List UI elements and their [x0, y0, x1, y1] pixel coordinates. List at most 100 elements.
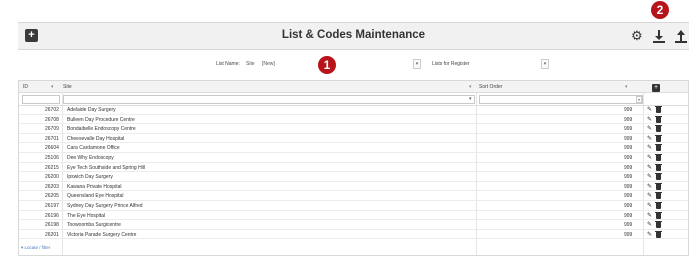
row-site: Sydney Day Surgery Prince Alfred — [67, 203, 143, 209]
site-filter-dropdown-icon[interactable]: ▾ — [469, 96, 472, 102]
table-row[interactable]: 26200 Ipswich Day Surgery 999 ✎ — [19, 173, 688, 182]
list-name-label: List Name: — [216, 61, 240, 67]
row-sort-order: 999 — [624, 222, 633, 229]
row-sort-order: 999 — [624, 145, 633, 152]
list-name-dropdown[interactable]: ▾ — [413, 59, 421, 69]
grid-footer-link[interactable]: ▾ Locate / filter — [21, 245, 50, 251]
sort-filter-dropdown-icon[interactable]: ▾ — [636, 96, 642, 103]
edit-icon[interactable]: ✎ — [647, 192, 652, 199]
row-sort-order: 999 — [624, 135, 633, 142]
new-list-tag[interactable]: [New] — [262, 61, 275, 67]
add-row-icon[interactable]: + — [652, 84, 660, 92]
delete-icon[interactable] — [655, 202, 662, 209]
row-id: 26198 — [45, 222, 59, 229]
edit-icon[interactable]: ✎ — [647, 106, 652, 113]
register-dropdown[interactable]: ▾ — [541, 59, 549, 69]
row-id: 26701 — [45, 135, 59, 142]
edit-icon[interactable]: ✎ — [647, 202, 652, 209]
edit-icon[interactable]: ✎ — [647, 212, 652, 219]
list-name-value[interactable]: Site — [246, 61, 255, 67]
delete-icon[interactable] — [655, 221, 662, 229]
lists-for-register-label: Lists for Register — [432, 61, 470, 67]
gear-icon[interactable]: ⚙ — [631, 29, 643, 43]
table-row[interactable]: 26197 Sydney Day Surgery Prince Alfred 999… — [19, 202, 688, 211]
row-id: 26708 — [45, 116, 59, 123]
row-id: 26196 — [45, 212, 59, 219]
row-site: Cara Cardamone Office — [67, 145, 120, 152]
row-id: 26205 — [45, 193, 59, 200]
row-id: 26203 — [45, 183, 59, 190]
table-row[interactable]: 26203 Kawana Private Hospital 999 ✎ — [19, 182, 688, 192]
row-id: 26709 — [45, 126, 59, 133]
site-filter-icon[interactable]: ▾ — [469, 84, 472, 90]
row-site: Ipswich Day Surgery — [67, 174, 113, 181]
row-sort-order: 999 — [624, 203, 633, 209]
table-row[interactable]: 26201 Victoria Parade Surgery Centre 999 ✎ — [19, 230, 688, 240]
edit-icon[interactable]: ✎ — [647, 173, 652, 180]
edit-icon[interactable]: ✎ — [647, 183, 652, 190]
site-filter-input[interactable] — [63, 95, 475, 104]
row-site: The Eye Hospital — [67, 212, 106, 219]
row-site: Bulleen Day Procedure Centre — [67, 116, 135, 123]
row-site: Queensland Eye Hospital — [67, 193, 124, 200]
edit-icon[interactable]: ✎ — [647, 125, 652, 132]
callout-badge-1: 1 — [318, 56, 336, 74]
table-row[interactable]: 26215 Eye Tech Southside and Spring Hill 9… — [19, 163, 688, 173]
delete-icon[interactable] — [655, 173, 662, 181]
table-row[interactable]: 26198 Toowoomba Surgicentre 999 ✎ — [19, 221, 688, 230]
id-filter-input[interactable] — [22, 95, 60, 104]
id-filter-icon[interactable]: ▾ — [51, 84, 54, 90]
table-row[interactable]: 26709 Bondaibelle Endoscopy Centre 999 ✎ — [19, 125, 688, 134]
table-row[interactable]: 26702 Adelaide Day Surgery 999 ✎ — [19, 106, 688, 115]
delete-icon[interactable] — [655, 106, 662, 113]
delete-icon[interactable] — [655, 230, 662, 238]
row-site: Toowoomba Surgicentre — [67, 222, 121, 229]
delete-icon[interactable] — [655, 134, 662, 142]
sort-filter-input[interactable] — [479, 95, 643, 104]
sort-filter-icon[interactable]: ▾ — [625, 84, 628, 90]
row-site: Cheesevalle Day Hospital — [67, 135, 125, 142]
edit-icon[interactable]: ✎ — [647, 116, 652, 123]
column-header-site[interactable]: Site — [63, 84, 72, 90]
delete-icon[interactable] — [655, 154, 662, 161]
row-sort-order: 999 — [624, 212, 633, 219]
row-id: 26201 — [45, 231, 59, 238]
row-sort-order: 999 — [624, 126, 633, 133]
upload-icon[interactable] — [674, 29, 688, 43]
edit-icon[interactable]: ✎ — [647, 231, 652, 238]
delete-icon[interactable] — [655, 182, 662, 190]
row-sort-order: 999 — [624, 193, 633, 200]
table-row[interactable]: 26604 Cara Cardamone Office 999 ✎ — [19, 144, 688, 153]
row-id: 26702 — [45, 107, 59, 113]
table-row[interactable]: 26205 Queensland Eye Hospital 999 ✎ — [19, 192, 688, 201]
edit-icon[interactable]: ✎ — [647, 164, 652, 171]
delete-icon[interactable] — [655, 192, 662, 200]
list-selector-row: List Name: Site [New] ▾ Lists for Regist… — [0, 56, 691, 74]
edit-icon[interactable]: ✎ — [647, 221, 652, 228]
column-header-sort-order[interactable]: Sort Order — [479, 84, 502, 90]
row-sort-order: 999 — [624, 174, 633, 181]
delete-icon[interactable] — [655, 144, 662, 152]
row-sort-order: 999 — [624, 155, 633, 161]
edit-icon[interactable]: ✎ — [647, 135, 652, 142]
row-id: 26200 — [45, 174, 59, 181]
table-row[interactable]: 25106 Dee Why Endoscopy 999 ✎ — [19, 154, 688, 163]
filter-row: ▾ ▾ — [19, 93, 688, 106]
download-icon[interactable] — [652, 29, 666, 43]
table-row[interactable]: 26196 The Eye Hospital 999 ✎ — [19, 211, 688, 221]
delete-icon[interactable] — [655, 211, 662, 219]
table-row[interactable]: 26708 Bulleen Day Procedure Centre 999 ✎ — [19, 115, 688, 125]
table-row[interactable]: 26701 Cheesevalle Day Hospital 999 ✎ — [19, 134, 688, 144]
edit-icon[interactable]: ✎ — [647, 154, 652, 161]
title-bar: + List & Codes Maintenance ⚙ — [18, 22, 689, 50]
column-header-id[interactable]: ID — [23, 84, 28, 90]
edit-icon[interactable]: ✎ — [647, 144, 652, 151]
delete-icon[interactable] — [655, 163, 662, 171]
delete-icon[interactable] — [655, 115, 662, 123]
row-sort-order: 999 — [624, 116, 633, 123]
row-site: Adelaide Day Surgery — [67, 107, 116, 113]
row-site: Bondaibelle Endoscopy Centre — [67, 126, 136, 133]
row-site: Eye Tech Southside and Spring Hill — [67, 164, 146, 171]
delete-icon[interactable] — [655, 125, 662, 133]
row-site: Victoria Parade Surgery Centre — [67, 231, 137, 238]
